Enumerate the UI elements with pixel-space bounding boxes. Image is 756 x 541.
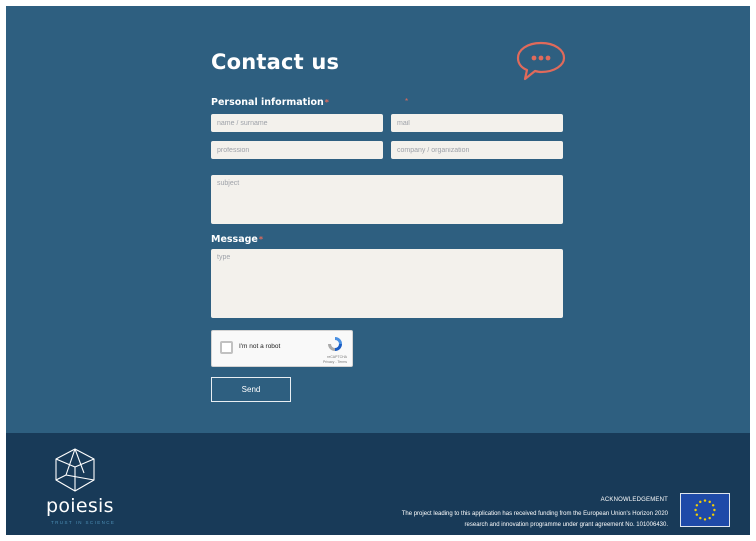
recaptcha-label: I'm not a robot (239, 343, 281, 350)
send-button[interactable]: Send (211, 377, 291, 402)
mail-required-mark: * (405, 97, 409, 106)
recaptcha-brand: reCAPTCHA (327, 355, 347, 359)
personal-info-text: Personal information (211, 97, 324, 108)
name-input[interactable] (211, 114, 383, 132)
company-input[interactable] (391, 141, 563, 159)
eu-star (711, 513, 715, 516)
eu-star (695, 513, 699, 516)
profession-input[interactable] (211, 141, 383, 159)
message-input[interactable] (211, 249, 563, 318)
eu-star (699, 516, 702, 520)
footer-brand: poiesis (46, 495, 114, 517)
footer: poiesis TRUST IN SCIENCE ACKNOWLEDGEMENT… (6, 433, 750, 535)
acknowledgement-line-2: research and innovation programme under … (464, 522, 668, 528)
eu-star (708, 516, 711, 520)
mail-input[interactable] (391, 114, 563, 132)
message-label-text: Message (211, 234, 258, 245)
personal-info-label: Personal information* (211, 97, 329, 108)
eu-flag-icon (680, 493, 730, 527)
eu-star (694, 508, 697, 512)
recaptcha-links[interactable]: Privacy - Terms (313, 360, 347, 364)
poiesis-logo-icon (55, 448, 95, 492)
required-mark: * (324, 98, 329, 107)
acknowledgement-text: The project leading to this application … (308, 509, 668, 531)
recaptcha-icon (328, 337, 342, 351)
eu-star (711, 504, 715, 507)
recaptcha-widget: I'm not a robot reCAPTCHA Privacy - Term… (211, 330, 353, 367)
eu-star (699, 500, 702, 504)
eu-star (695, 504, 699, 507)
footer-tagline: TRUST IN SCIENCE (51, 520, 116, 525)
message-label: Message* (211, 234, 263, 245)
eu-star (708, 500, 711, 504)
chat-bubble-icon (516, 41, 566, 81)
acknowledgement-line-1: The project leading to this application … (401, 511, 668, 517)
acknowledgement-title: ACKNOWLEDGEMENT (600, 497, 668, 503)
subject-input[interactable] (211, 175, 563, 224)
eu-star (703, 499, 707, 502)
eu-star (703, 518, 707, 521)
recaptcha-checkbox[interactable] (220, 341, 233, 354)
eu-star (713, 508, 716, 512)
page-title: Contact us (211, 50, 340, 74)
contact-page: Contact us Personal information* * Messa… (6, 6, 750, 535)
message-required-mark: * (258, 235, 264, 244)
